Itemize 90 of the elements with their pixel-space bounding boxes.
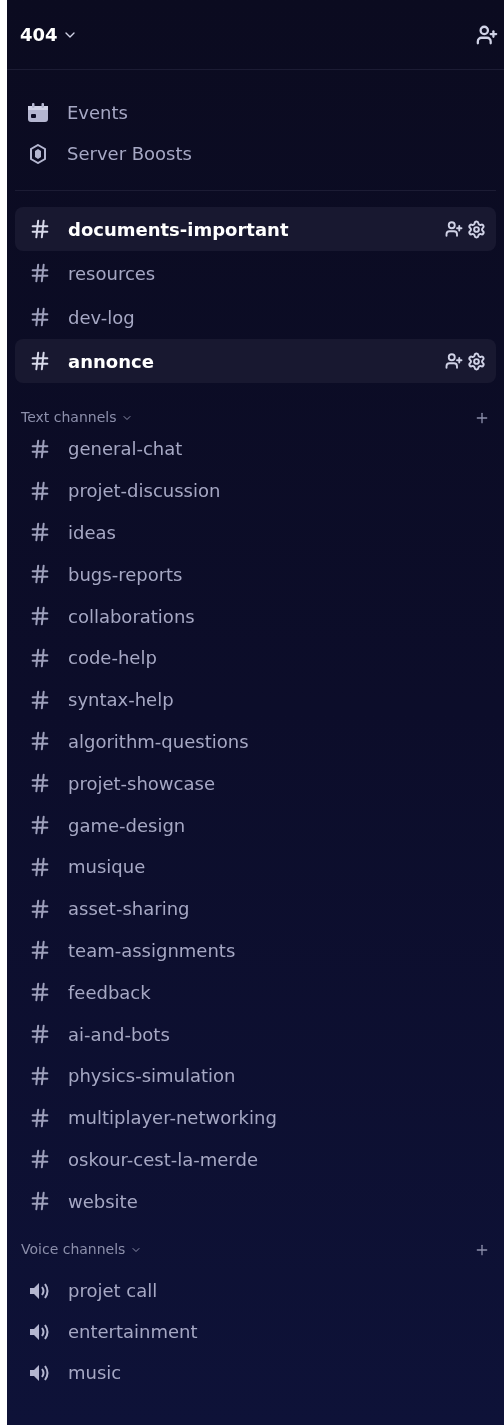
channel-name: resources: [68, 261, 156, 286]
channel-name: musique: [68, 855, 146, 880]
channel-name: multiplayer-networking: [68, 1106, 277, 1131]
channel-item[interactable]: physics-simulation: [15, 1054, 496, 1097]
channel-name: website: [68, 1189, 138, 1214]
channel-name: ai-and-bots: [68, 1022, 170, 1047]
channel-item[interactable]: projet call: [15, 1270, 496, 1312]
channel-item[interactable]: bugs-reports: [15, 553, 496, 596]
channel-item[interactable]: algorithm-questions: [15, 720, 496, 763]
hash-icon: [29, 646, 51, 669]
channel-item[interactable]: projet-showcase: [15, 762, 496, 805]
channel-item[interactable]: syntax-help: [15, 678, 496, 721]
channel-item[interactable]: general-chat: [15, 428, 496, 470]
hash-icon: [29, 1064, 51, 1087]
channel-name: annonce: [68, 349, 154, 374]
channel-item[interactable]: documents-important: [15, 207, 496, 251]
hash-icon: [29, 563, 51, 586]
channel-item[interactable]: feedback: [15, 971, 496, 1014]
shortcut-label: Server Boosts: [67, 142, 192, 166]
channel-item[interactable]: annonce: [15, 339, 496, 383]
calendar-icon: [27, 102, 49, 123]
channel-name: projet-showcase: [68, 771, 215, 796]
channel-item[interactable]: asset-sharing: [15, 887, 496, 930]
channel-name: code-help: [68, 646, 157, 671]
hash-icon: [29, 479, 51, 502]
channel-name: team-assignments: [68, 938, 236, 963]
hash-icon: [29, 897, 51, 920]
channel-item[interactable]: music: [15, 1352, 496, 1394]
channel-item[interactable]: collaborations: [15, 595, 496, 637]
invite-icon[interactable]: [476, 23, 498, 46]
server-name[interactable]: 404: [20, 21, 58, 48]
hash-icon: [29, 855, 51, 878]
channel-name: projet-discussion: [68, 479, 221, 504]
channel-name: general-chat: [68, 437, 183, 462]
add-channel-icon[interactable]: [474, 410, 490, 426]
channel-name: documents-important: [68, 217, 289, 242]
channel-name: syntax-help: [68, 688, 174, 713]
category-title[interactable]: Voice channels: [21, 1239, 126, 1261]
hash-icon: [29, 521, 51, 544]
hash-icon: [29, 306, 51, 328]
hash-icon: [29, 730, 51, 753]
hash-icon: [29, 605, 51, 628]
hash-icon: [29, 1023, 51, 1046]
channel-item[interactable]: resources: [15, 251, 496, 295]
add-user-icon[interactable]: [445, 220, 463, 238]
channel-item[interactable]: projet-discussion: [15, 469, 496, 512]
channel-name: collaborations: [68, 604, 195, 629]
shortcut-label: Events: [67, 101, 128, 125]
hash-icon: [29, 350, 51, 372]
channel-name: entertainment: [68, 1320, 198, 1345]
channel-name: oskour-cest-la-merde: [68, 1147, 258, 1172]
channel-item[interactable]: team-assignments: [15, 929, 496, 972]
channel-item[interactable]: dev-log: [15, 295, 496, 339]
channel-item[interactable]: oskour-cest-la-merde: [15, 1138, 496, 1181]
hash-icon: [29, 814, 51, 837]
hash-icon: [29, 262, 51, 284]
channel-name: bugs-reports: [68, 562, 183, 587]
channel-name: algorithm-questions: [68, 729, 249, 754]
channel-item[interactable]: entertainment: [15, 1311, 496, 1353]
channel-item[interactable]: multiplayer-networking: [15, 1096, 496, 1139]
hash-icon: [29, 939, 51, 962]
channel-name: dev-log: [68, 305, 135, 330]
channel-name: game-design: [68, 813, 186, 838]
channel-item[interactable]: game-design: [15, 804, 496, 846]
channel-name: music: [68, 1361, 122, 1386]
shortcut-item[interactable]: Events: [15, 92, 496, 133]
channel-name: projet call: [68, 1279, 158, 1304]
category-title[interactable]: Text channels: [21, 407, 117, 428]
add-user-icon[interactable]: [445, 352, 463, 370]
hash-icon: [29, 1106, 51, 1129]
channel-name: feedback: [68, 980, 151, 1005]
channel-item[interactable]: website: [15, 1180, 496, 1223]
hash-icon: [29, 688, 51, 711]
channel-name: physics-simulation: [68, 1064, 236, 1089]
channel-item[interactable]: musique: [15, 845, 496, 888]
hash-icon: [29, 437, 51, 460]
channel-item[interactable]: ideas: [15, 511, 496, 554]
shortcut-item[interactable]: Server Boosts: [15, 133, 496, 174]
hash-icon: [29, 218, 51, 240]
channel-item[interactable]: code-help: [15, 637, 496, 679]
hash-icon: [29, 981, 51, 1004]
channel-item[interactable]: ai-and-bots: [15, 1013, 496, 1055]
hash-icon: [29, 1190, 51, 1213]
shield-icon: [30, 143, 46, 164]
channel-name: ideas: [68, 521, 116, 545]
settings-icon[interactable]: [467, 351, 486, 371]
channel-name: asset-sharing: [68, 897, 190, 922]
hash-icon: [29, 772, 51, 795]
hash-icon: [29, 1148, 51, 1171]
settings-icon[interactable]: [467, 219, 486, 239]
